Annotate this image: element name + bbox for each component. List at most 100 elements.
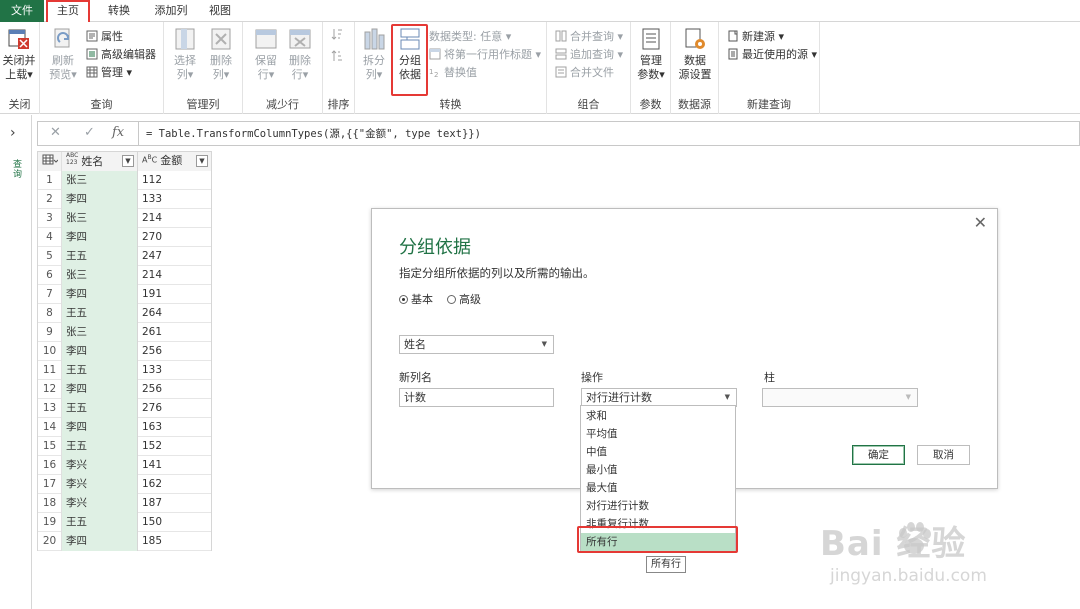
table-row[interactable]: 13 王五 276 bbox=[38, 399, 212, 418]
cell-name[interactable]: 王五 bbox=[62, 361, 138, 380]
fx-icon[interactable]: fx bbox=[112, 125, 124, 140]
row-index[interactable]: 18 bbox=[38, 494, 62, 513]
cell-name[interactable]: 张三 bbox=[62, 266, 138, 285]
table-row[interactable]: 15 王五 152 bbox=[38, 437, 212, 456]
close-and-load-button[interactable]: 关闭并 上载▾ bbox=[2, 26, 36, 82]
cell-amount[interactable]: 185 bbox=[138, 532, 212, 551]
cell-amount[interactable]: 276 bbox=[138, 399, 212, 418]
sort-descending-button[interactable] bbox=[331, 48, 346, 65]
row-index[interactable]: 7 bbox=[38, 285, 62, 304]
dropdown-item-max[interactable]: 最大值 bbox=[581, 479, 735, 497]
cell-amount[interactable]: 133 bbox=[138, 361, 212, 380]
dropdown-item-count-rows[interactable]: 对行进行计数 bbox=[581, 497, 735, 515]
cell-name[interactable]: 李四 bbox=[62, 380, 138, 399]
table-row[interactable]: 18 李兴 187 bbox=[38, 494, 212, 513]
ok-button[interactable]: 确定 bbox=[852, 445, 905, 465]
table-row[interactable]: 3 张三 214 bbox=[38, 209, 212, 228]
close-icon[interactable]: ✕ bbox=[974, 213, 987, 232]
tab-transform[interactable]: 转换 bbox=[98, 0, 140, 22]
refresh-preview-button[interactable]: 刷新 预览▾ bbox=[46, 26, 80, 82]
table-row[interactable]: 14 李四 163 bbox=[38, 418, 212, 437]
table-menu-icon[interactable] bbox=[38, 152, 62, 171]
cell-name[interactable]: 李四 bbox=[62, 342, 138, 361]
choose-columns-button[interactable]: 选择 列▾ bbox=[168, 26, 202, 82]
dropdown-item-median[interactable]: 中值 bbox=[581, 443, 735, 461]
row-index[interactable]: 19 bbox=[38, 513, 62, 532]
cell-name[interactable]: 张三 bbox=[62, 323, 138, 342]
table-row[interactable]: 17 李兴 162 bbox=[38, 475, 212, 494]
cell-name[interactable]: 李兴 bbox=[62, 475, 138, 494]
dropdown-item-sum[interactable]: 求和 bbox=[581, 407, 735, 425]
row-index[interactable]: 10 bbox=[38, 342, 62, 361]
cell-name[interactable]: 李四 bbox=[62, 285, 138, 304]
cell-amount[interactable]: 214 bbox=[138, 266, 212, 285]
table-row[interactable]: 2 李四 133 bbox=[38, 190, 212, 209]
new-column-name-input[interactable]: 计数 bbox=[399, 388, 554, 407]
column-select[interactable]: ▼ bbox=[762, 388, 918, 407]
data-source-settings-button[interactable]: 数据 源设置 bbox=[678, 26, 712, 82]
table-row[interactable]: 5 王五 247 bbox=[38, 247, 212, 266]
row-index[interactable]: 17 bbox=[38, 475, 62, 494]
merge-files-button[interactable]: 合并文件 bbox=[555, 64, 614, 81]
radio-advanced[interactable]: 高级 bbox=[447, 291, 481, 307]
cancel-button[interactable]: 取消 bbox=[917, 445, 970, 465]
remove-columns-button[interactable]: 删除 列▾ bbox=[204, 26, 238, 82]
column-header-name[interactable]: ABC 123 姓名 ▼ bbox=[62, 152, 138, 171]
cell-amount[interactable]: 152 bbox=[138, 437, 212, 456]
row-index[interactable]: 11 bbox=[38, 361, 62, 380]
cell-amount[interactable]: 133 bbox=[138, 190, 212, 209]
data-type-select[interactable]: 数据类型: 任意 ▾ bbox=[429, 28, 511, 45]
cell-amount[interactable]: 112 bbox=[138, 171, 212, 190]
cell-name[interactable]: 李兴 bbox=[62, 494, 138, 513]
table-row[interactable]: 11 王五 133 bbox=[38, 361, 212, 380]
sort-ascending-button[interactable] bbox=[331, 26, 346, 43]
column-filter-dropdown-icon[interactable]: ▼ bbox=[196, 155, 208, 167]
cell-name[interactable]: 王五 bbox=[62, 304, 138, 323]
table-row[interactable]: 6 张三 214 bbox=[38, 266, 212, 285]
row-index[interactable]: 5 bbox=[38, 247, 62, 266]
table-row[interactable]: 9 张三 261 bbox=[38, 323, 212, 342]
table-row[interactable]: 7 李四 191 bbox=[38, 285, 212, 304]
row-index[interactable]: 8 bbox=[38, 304, 62, 323]
cell-amount[interactable]: 187 bbox=[138, 494, 212, 513]
table-row[interactable]: 4 李四 270 bbox=[38, 228, 212, 247]
table-row[interactable]: 20 李四 185 bbox=[38, 532, 212, 551]
replace-values-button[interactable]: 1 2 替换值 bbox=[429, 64, 477, 81]
cell-amount[interactable]: 214 bbox=[138, 209, 212, 228]
cell-name[interactable]: 李四 bbox=[62, 228, 138, 247]
row-index[interactable]: 12 bbox=[38, 380, 62, 399]
recent-sources-button[interactable]: 最近使用的源 ▾ bbox=[727, 46, 817, 63]
cell-name[interactable]: 张三 bbox=[62, 171, 138, 190]
advanced-editor-button[interactable]: 高级编辑器 bbox=[86, 46, 156, 63]
new-source-button[interactable]: 新建源 ▾ bbox=[727, 28, 784, 45]
cell-name[interactable]: 李四 bbox=[62, 418, 138, 437]
row-index[interactable]: 1 bbox=[38, 171, 62, 190]
cell-amount[interactable]: 270 bbox=[138, 228, 212, 247]
table-row[interactable]: 1 张三 112 bbox=[38, 171, 212, 190]
row-index[interactable]: 15 bbox=[38, 437, 62, 456]
cell-amount[interactable]: 163 bbox=[138, 418, 212, 437]
cell-amount[interactable]: 162 bbox=[138, 475, 212, 494]
append-queries-button[interactable]: 追加查询 ▾ bbox=[555, 46, 623, 63]
row-index[interactable]: 2 bbox=[38, 190, 62, 209]
tab-home[interactable]: 主页 bbox=[46, 0, 90, 22]
row-index[interactable]: 3 bbox=[38, 209, 62, 228]
cell-name[interactable]: 李四 bbox=[62, 532, 138, 551]
table-row[interactable]: 19 王五 150 bbox=[38, 513, 212, 532]
cancel-formula-icon[interactable]: ✕ bbox=[50, 125, 61, 140]
cell-name[interactable]: 张三 bbox=[62, 209, 138, 228]
cell-amount[interactable]: 256 bbox=[138, 342, 212, 361]
expand-chevron-icon[interactable]: › bbox=[10, 125, 16, 141]
merge-queries-button[interactable]: 合并查询 ▾ bbox=[555, 28, 623, 45]
cell-name[interactable]: 李四 bbox=[62, 190, 138, 209]
remove-rows-button[interactable]: 删除 行▾ bbox=[283, 26, 317, 82]
cell-amount[interactable]: 247 bbox=[138, 247, 212, 266]
tab-view[interactable]: 视图 bbox=[203, 0, 237, 22]
use-first-row-as-headers-button[interactable]: 将第一行用作标题 ▾ bbox=[429, 46, 541, 63]
manage-button[interactable]: 管理 ▾ bbox=[86, 64, 132, 81]
group-column-select[interactable]: 姓名 ▼ bbox=[399, 335, 554, 354]
cell-amount[interactable]: 256 bbox=[138, 380, 212, 399]
cell-amount[interactable]: 150 bbox=[138, 513, 212, 532]
radio-basic[interactable]: 基本 bbox=[399, 291, 433, 307]
cell-name[interactable]: 王五 bbox=[62, 399, 138, 418]
